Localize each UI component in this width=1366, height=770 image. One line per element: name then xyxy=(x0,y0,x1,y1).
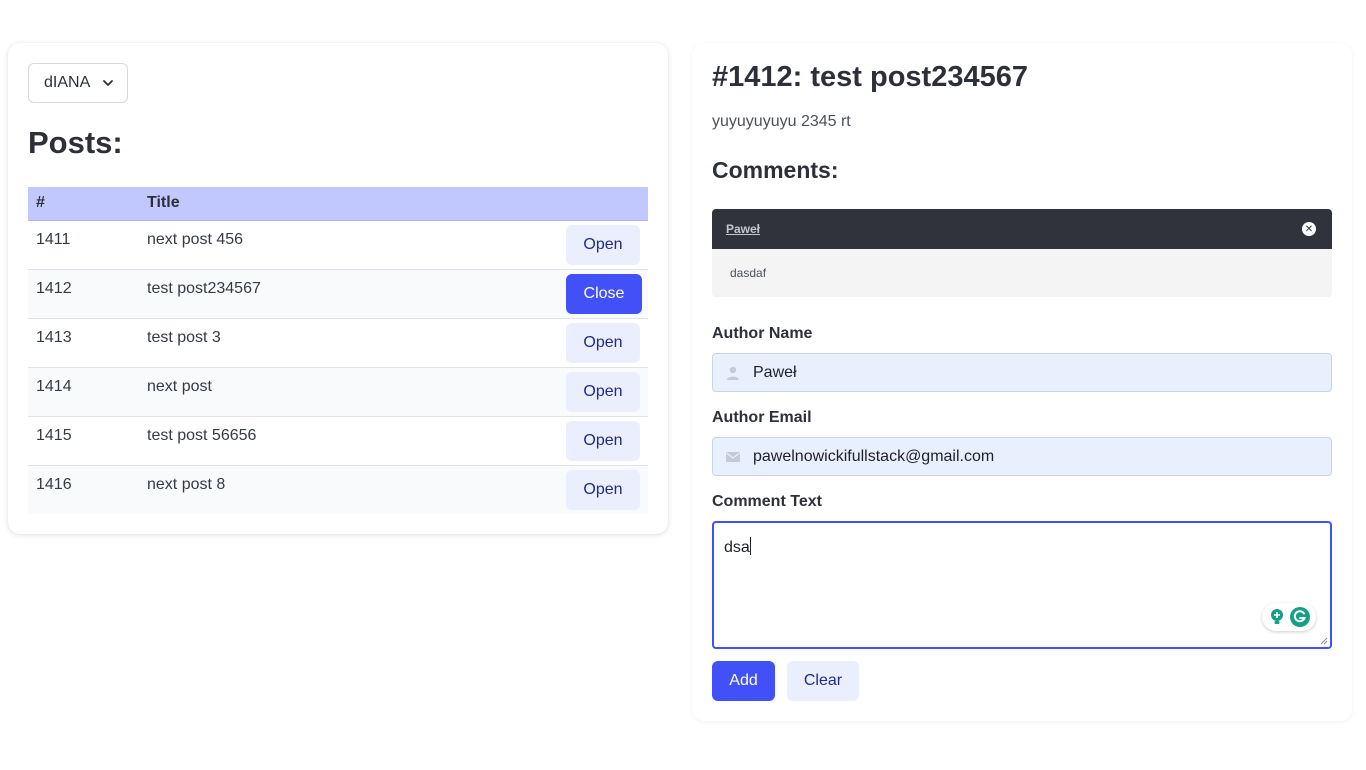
user-select-value: dIANA xyxy=(44,74,91,91)
resize-handle-icon[interactable] xyxy=(1320,637,1328,645)
user-icon xyxy=(727,366,739,380)
comments-title: Comments: xyxy=(712,157,839,183)
post-title: test post234567 xyxy=(139,268,432,318)
open-post-button[interactable]: Open xyxy=(566,322,640,363)
table-row: 1412 test post234567 Close xyxy=(28,268,648,318)
table-row: 1415 test post 56656 Open xyxy=(28,415,648,465)
close-post-button[interactable]: Close xyxy=(566,273,642,314)
envelope-icon xyxy=(726,452,740,462)
comment-textarea[interactable]: dsa xyxy=(712,521,1332,649)
post-heading: #1412: test post234567 xyxy=(712,61,1028,93)
post-id: 1412 xyxy=(28,268,139,318)
posts-table: # Title 1411 next post 456 Open 1412 tes… xyxy=(28,187,648,514)
post-id: 1414 xyxy=(28,366,139,416)
comment-text: dasdaf xyxy=(712,249,1332,297)
post-id: 1411 xyxy=(28,219,139,269)
post-id: 1415 xyxy=(28,415,139,465)
open-post-button[interactable]: Open xyxy=(566,371,640,412)
author-email-field[interactable]: pawelnowickifullstack@gmail.com xyxy=(712,437,1332,476)
comment-header: Paweł ✕ xyxy=(712,209,1332,249)
author-email-label: Author Email xyxy=(712,409,812,426)
comment-card: Paweł ✕ dasdaf xyxy=(712,209,1332,297)
author-name-value: Paweł xyxy=(753,363,797,381)
post-title: test post 3 xyxy=(139,317,432,367)
column-header-id: # xyxy=(28,187,139,221)
post-title: next post xyxy=(139,366,432,416)
author-email-value: pawelnowickifullstack@gmail.com xyxy=(753,447,995,465)
text-caret xyxy=(749,537,751,555)
table-row: 1414 next post Open xyxy=(28,366,648,416)
author-name-field[interactable]: Paweł xyxy=(712,353,1332,392)
table-header-row: # Title xyxy=(28,187,648,221)
comment-textarea-value: dsa xyxy=(724,539,750,556)
table-row: 1413 test post 3 Open xyxy=(28,317,648,367)
open-post-button[interactable]: Open xyxy=(566,420,640,461)
post-id: 1413 xyxy=(28,317,139,367)
post-id: 1416 xyxy=(28,464,139,514)
post-title: next post 456 xyxy=(139,219,432,269)
post-body: yuyuyuyuyu 2345 rt xyxy=(712,113,851,130)
post-title: next post 8 xyxy=(139,464,432,514)
open-post-button[interactable]: Open xyxy=(566,224,640,265)
add-comment-button[interactable]: Add xyxy=(712,661,775,701)
open-post-button[interactable]: Open xyxy=(566,469,640,510)
column-header-title: Title xyxy=(139,187,432,221)
post-detail-card: #1412: test post234567 yuyuyuyuyu 2345 r… xyxy=(692,43,1352,721)
comment-text-label: Comment Text xyxy=(712,493,822,510)
posts-card: dIANA Posts: # Title 1411 next post 456 … xyxy=(8,43,668,534)
grammarly-widget[interactable] xyxy=(1262,603,1316,631)
post-title: test post 56656 xyxy=(139,415,432,465)
delete-comment-icon[interactable]: ✕ xyxy=(1302,222,1316,236)
posts-title: Posts: xyxy=(28,125,123,160)
chevron-down-icon xyxy=(103,80,113,86)
lightbulb-icon xyxy=(1270,609,1283,624)
table-row: 1411 next post 456 Open xyxy=(28,219,648,269)
grammarly-icon xyxy=(1289,607,1310,627)
author-name-label: Author Name xyxy=(712,325,813,342)
comment-author-link[interactable]: Paweł xyxy=(726,222,760,236)
clear-form-button[interactable]: Clear xyxy=(787,661,859,701)
user-select[interactable]: dIANA xyxy=(28,63,128,103)
table-row: 1416 next post 8 Open xyxy=(28,464,648,514)
column-header-action xyxy=(431,187,648,221)
